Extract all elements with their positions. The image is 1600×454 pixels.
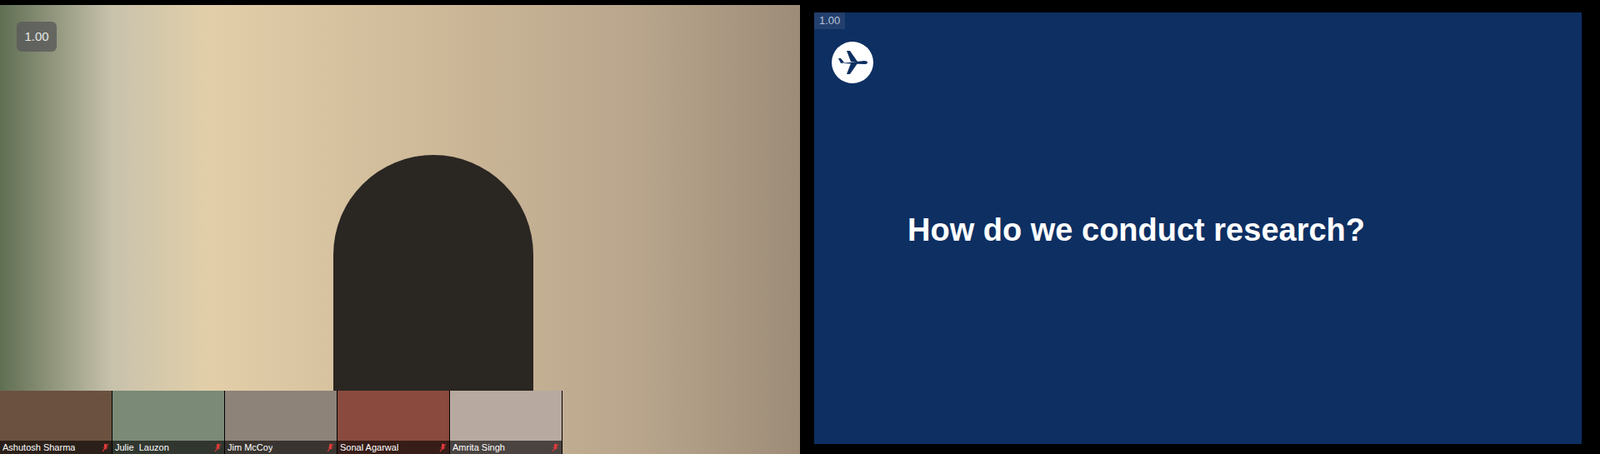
mic-muted-icon[interactable] bbox=[551, 443, 560, 453]
participant-label: Amrita Singh bbox=[450, 440, 562, 454]
participant-name: Jim McCoy bbox=[227, 441, 273, 454]
participant-name: Amrita Singh bbox=[452, 441, 505, 454]
participant-label: Ashutosh Sharma bbox=[0, 440, 112, 454]
participant-tile[interactable]: Ashutosh Sharma bbox=[0, 390, 113, 454]
plane-logo-icon bbox=[830, 40, 875, 85]
speaker-video: 1.00 Ashutosh Sharma Julie Lauzon Jim McCoy… bbox=[0, 5, 800, 454]
mic-muted-icon[interactable] bbox=[101, 443, 110, 453]
participant-label: Sonal Agarwal bbox=[337, 440, 450, 454]
mic-muted-icon[interactable] bbox=[439, 443, 447, 453]
mic-muted-icon[interactable] bbox=[214, 443, 222, 453]
participant-tile[interactable]: Amrita Singh bbox=[450, 390, 563, 454]
speed-badge: 1.00 bbox=[16, 21, 57, 52]
participant-strip: Ashutosh Sharma Julie Lauzon Jim McCoy Sona… bbox=[0, 390, 563, 454]
presentation-slide: 1.00 How do we conduct research? bbox=[814, 12, 1582, 445]
participant-tile[interactable]: Julie Lauzon bbox=[112, 390, 225, 454]
participant-name: Ashutosh Sharma bbox=[2, 441, 75, 454]
mic-muted-icon[interactable] bbox=[326, 443, 335, 453]
participant-tile[interactable]: Sonal Agarwal bbox=[337, 390, 450, 454]
participant-label: Julie Lauzon bbox=[112, 440, 225, 454]
participant-tile[interactable]: Jim McCoy bbox=[225, 390, 338, 454]
slide-title: How do we conduct research? bbox=[830, 210, 1582, 250]
participant-label: Jim McCoy bbox=[225, 440, 337, 454]
participant-name: Sonal Agarwal bbox=[340, 441, 399, 454]
participant-name: Julie Lauzon bbox=[115, 441, 170, 454]
speed-badge: 1.00 bbox=[814, 12, 845, 30]
